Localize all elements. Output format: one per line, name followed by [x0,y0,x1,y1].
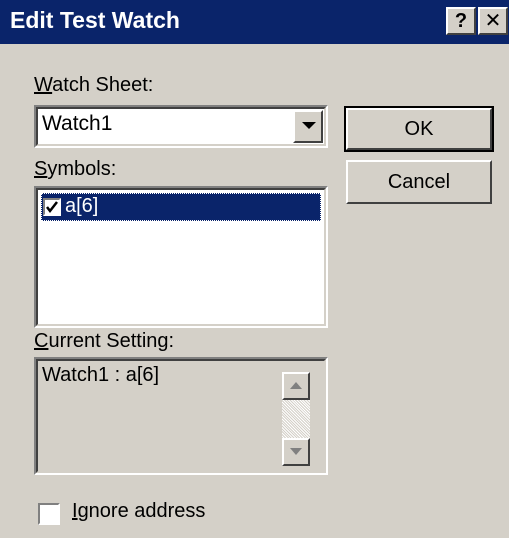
symbols-list[interactable]: a[6] [34,186,328,328]
watch-sheet-value: Watch1 [42,112,113,135]
dialog-title: Edit Test Watch [10,7,180,33]
close-button[interactable]: ✕ [478,7,508,35]
symbol-label: a[6] [65,195,99,217]
edit-test-watch-dialog: Edit Test Watch ? ✕ Watch Sheet: Watch1 … [0,0,509,538]
ok-button[interactable]: OK [344,106,494,152]
scroll-track[interactable] [282,400,310,438]
current-setting-label: Current Setting: [34,330,175,352]
scroll-down-button[interactable] [282,438,310,466]
dropdown-arrow-icon [302,122,316,129]
watch-sheet-combobox[interactable]: Watch1 [34,105,328,148]
symbol-checkbox[interactable] [43,198,61,216]
symbols-label: Symbols: [34,158,117,180]
close-icon: ✕ [484,10,502,32]
scroll-up-button[interactable] [282,372,310,400]
scroll-up-icon [290,382,302,389]
ignore-address-label[interactable]: Ignore address [72,500,205,523]
cancel-button[interactable]: Cancel [346,160,492,204]
current-setting-box: Watch1 : a[6] [34,357,328,475]
help-button[interactable]: ? [446,7,476,35]
watch-sheet-label: Watch Sheet: [34,74,154,96]
scroll-down-icon [290,448,302,455]
help-icon: ? [454,10,468,32]
watch-sheet-dropdown-button[interactable] [293,110,323,143]
checkmark-icon [46,201,58,214]
current-setting-value: Watch1 : a[6] [42,364,160,386]
title-bar[interactable]: Edit Test Watch ? ✕ [0,0,509,44]
list-item[interactable]: a[6] [41,193,321,221]
ignore-address-checkbox[interactable] [38,503,60,525]
